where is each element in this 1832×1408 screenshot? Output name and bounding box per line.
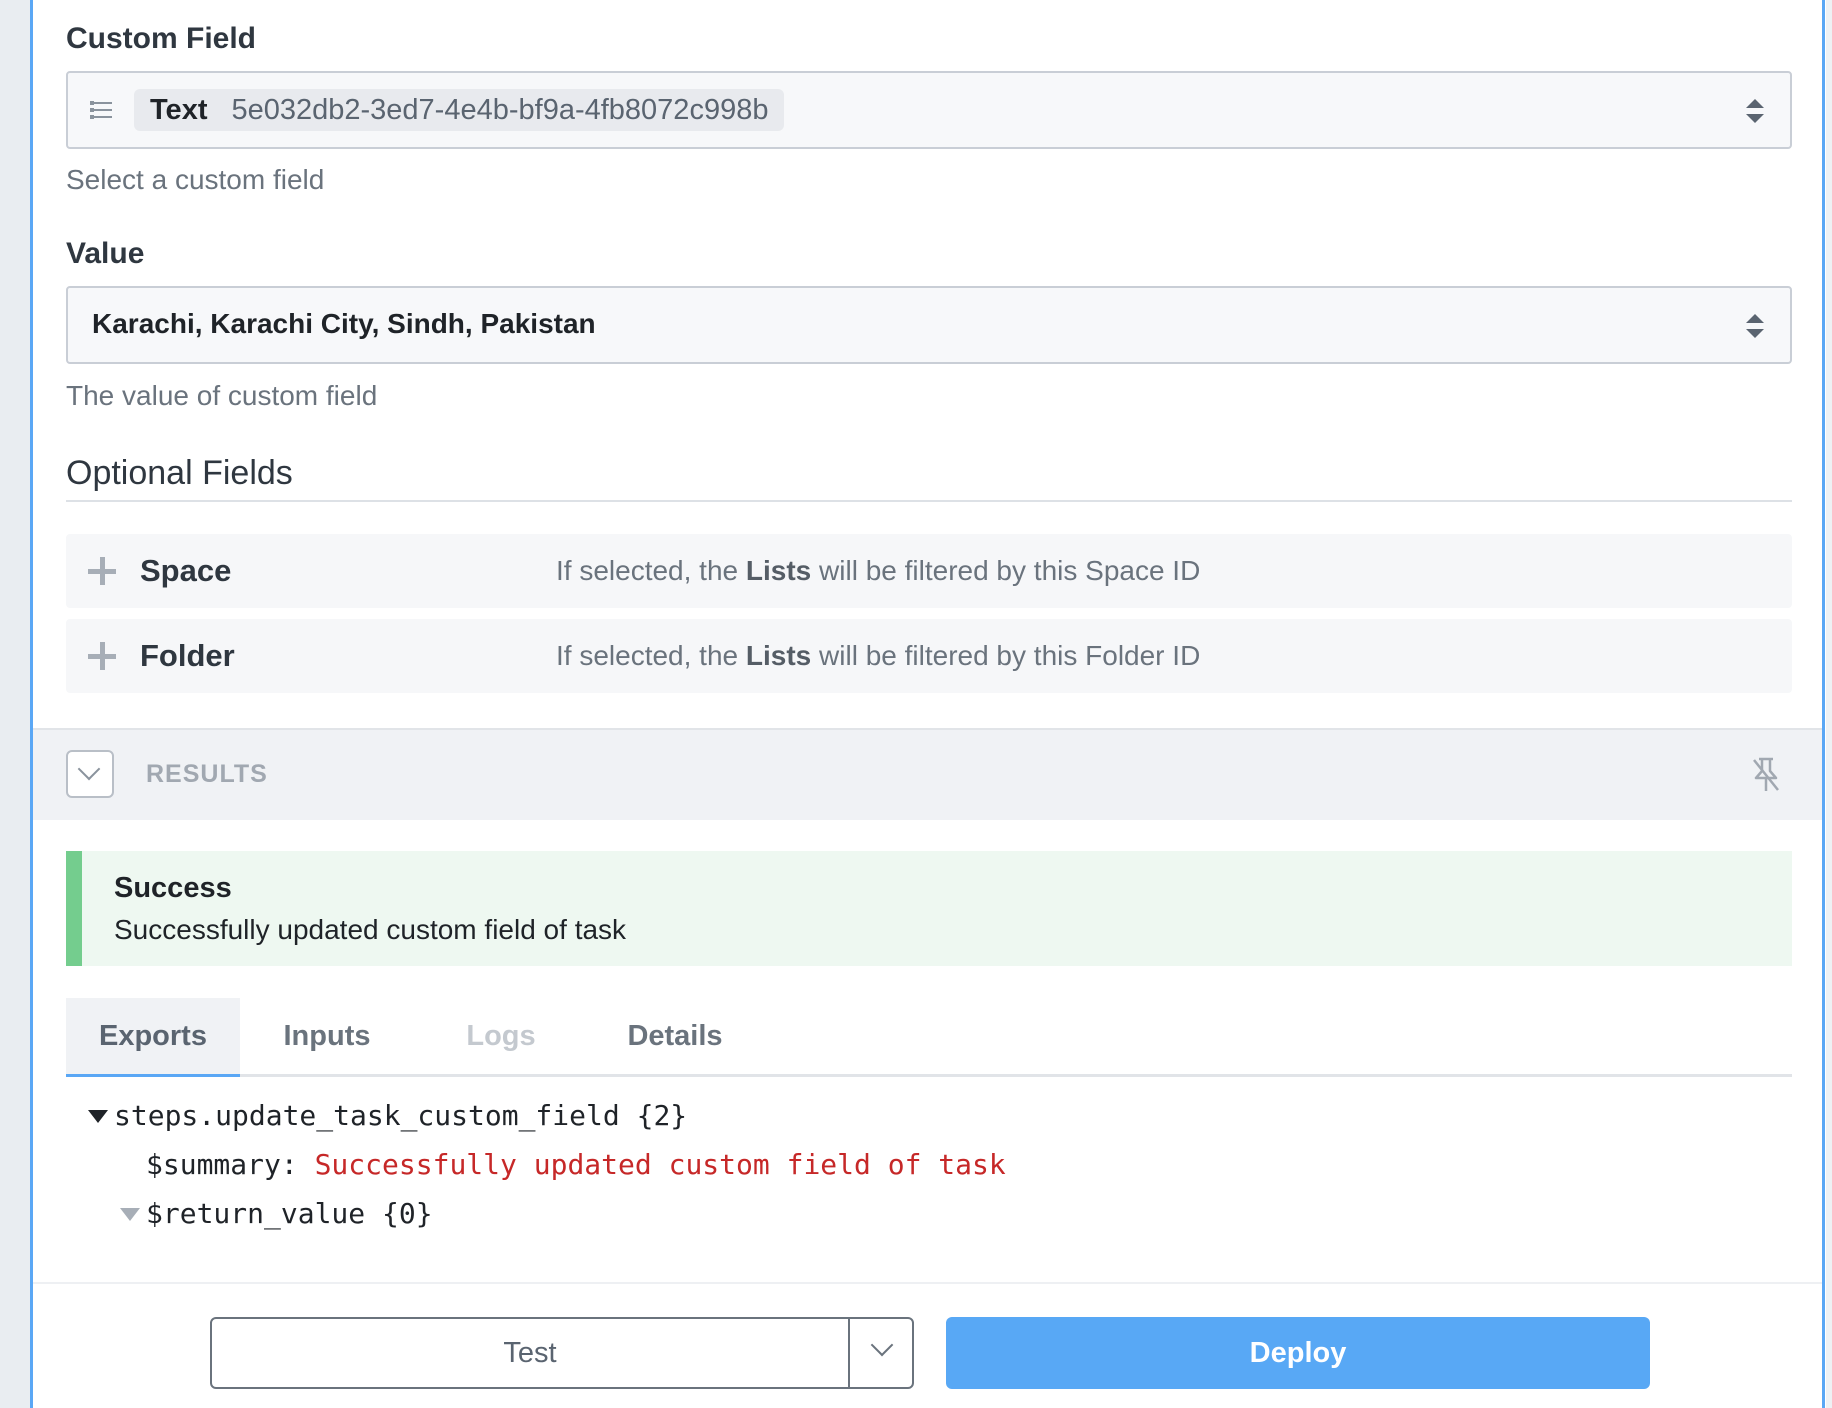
optional-row-space[interactable]: Space If selected, the Lists will be fil… bbox=[66, 534, 1792, 608]
optional-row-description: If selected, the Lists will be filtered … bbox=[556, 640, 1201, 671]
optional-row-label: Space bbox=[140, 553, 232, 588]
success-title: Success bbox=[114, 872, 232, 904]
tab-inputs[interactable]: Inputs bbox=[240, 998, 414, 1074]
value-select[interactable]: Karachi, Karachi City, Sindh, Pakistan bbox=[66, 286, 1792, 364]
plus-icon[interactable] bbox=[88, 642, 116, 670]
footer-divider bbox=[33, 1282, 1822, 1284]
tab-exports[interactable]: Exports bbox=[66, 998, 240, 1077]
collapse-results-button[interactable] bbox=[66, 750, 114, 798]
optional-row-folder[interactable]: Folder If selected, the Lists will be fi… bbox=[66, 619, 1792, 693]
deploy-button[interactable]: Deploy bbox=[946, 1317, 1650, 1389]
exports-root-node[interactable]: steps.update_task_custom_field {2} bbox=[114, 1099, 687, 1132]
chip-id: 5e032db2-3ed7-4e4b-bf9a-4fb8072c998b bbox=[231, 93, 769, 126]
tab-logs[interactable]: Logs bbox=[414, 998, 588, 1074]
select-arrows-icon bbox=[1746, 99, 1764, 123]
unpin-icon[interactable] bbox=[1750, 756, 1782, 794]
right-gutter bbox=[1826, 0, 1832, 1408]
custom-field-chip: Text 5e032db2-3ed7-4e4b-bf9a-4fb8072c998… bbox=[134, 89, 785, 131]
chip-type: Text bbox=[150, 93, 208, 126]
section-divider bbox=[66, 500, 1792, 502]
test-button[interactable]: Test bbox=[212, 1319, 848, 1387]
expand-triangle-icon[interactable] bbox=[88, 1110, 108, 1123]
summary-node: $summary: Successfully updated custom fi… bbox=[146, 1148, 1006, 1181]
tab-details[interactable]: Details bbox=[588, 998, 762, 1074]
custom-field-select[interactable]: Text 5e032db2-3ed7-4e4b-bf9a-4fb8072c998… bbox=[66, 71, 1792, 149]
results-header: RESULTS bbox=[33, 728, 1822, 820]
panel-left-border bbox=[30, 0, 33, 1408]
success-alert: Success Successfully updated custom fiel… bbox=[66, 851, 1792, 966]
value-text: Karachi, Karachi City, Sindh, Pakistan bbox=[92, 308, 596, 339]
panel-right-border bbox=[1822, 0, 1825, 1408]
select-arrows-icon bbox=[1746, 314, 1764, 338]
test-button-group: Test bbox=[210, 1317, 914, 1389]
results-label: RESULTS bbox=[146, 760, 268, 788]
chevron-down-icon[interactable] bbox=[870, 1333, 894, 1357]
optional-row-description: If selected, the Lists will be filtered … bbox=[556, 555, 1201, 586]
plus-icon[interactable] bbox=[88, 557, 116, 585]
return-value-node[interactable]: $return_value {0} bbox=[146, 1197, 433, 1230]
value-label: Value bbox=[66, 237, 145, 270]
optional-fields-title: Optional Fields bbox=[66, 454, 293, 492]
value-help: The value of custom field bbox=[66, 380, 378, 411]
success-message: Successfully updated custom field of tas… bbox=[114, 914, 627, 945]
optional-row-label: Folder bbox=[140, 638, 235, 673]
results-tabs: Exports Inputs Logs Details bbox=[66, 998, 1792, 1077]
custom-field-help: Select a custom field bbox=[66, 164, 325, 195]
success-accent bbox=[66, 851, 82, 966]
summary-value: Successfully updated custom field of tas… bbox=[314, 1148, 1006, 1181]
left-gutter bbox=[0, 0, 30, 1408]
list-icon bbox=[90, 100, 112, 120]
button-separator bbox=[848, 1319, 850, 1387]
custom-field-label: Custom Field bbox=[66, 22, 257, 55]
expand-triangle-icon[interactable] bbox=[120, 1208, 140, 1221]
